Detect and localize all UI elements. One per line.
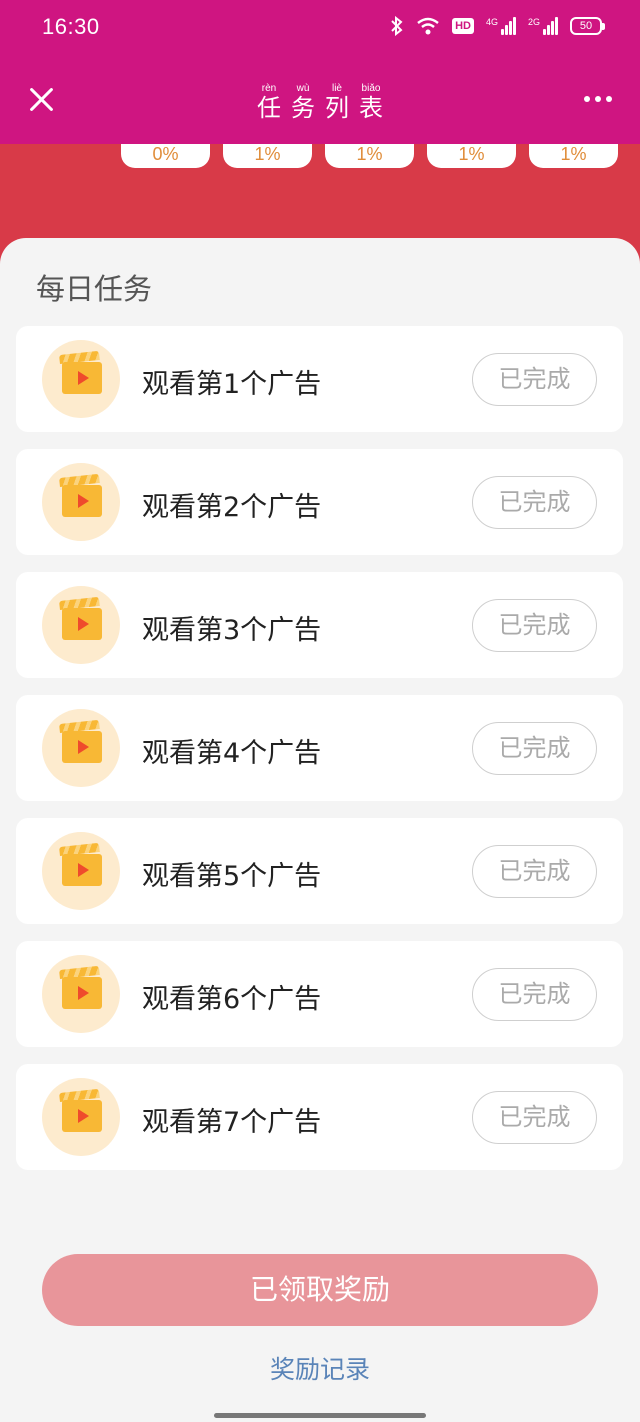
title-hanzi: 务 xyxy=(291,94,315,122)
title-bar: rèn 任 wù 务 liè 列 biǎo 表 xyxy=(0,56,640,144)
network-type-label: 4G xyxy=(485,17,498,27)
task-status-button[interactable]: 已完成 xyxy=(472,599,597,652)
wifi-icon xyxy=(417,17,439,35)
task-item[interactable]: 观看第7个广告 已完成 xyxy=(16,1064,623,1170)
task-label: 观看第7个广告 xyxy=(142,1107,322,1138)
task-item[interactable]: 观看第1个广告 已完成 xyxy=(16,326,623,432)
task-status-button[interactable]: 已完成 xyxy=(472,1091,597,1144)
status-icons: HD 4G 2G 50 xyxy=(390,16,605,36)
home-indicator[interactable] xyxy=(214,1413,426,1418)
claim-reward-button[interactable]: 已领取奖励 xyxy=(42,1254,598,1326)
task-status-button[interactable]: 已完成 xyxy=(472,722,597,775)
task-status-button[interactable]: 已完成 xyxy=(472,968,597,1021)
task-label: 观看第1个广告 xyxy=(142,369,322,400)
title-pinyin: wù xyxy=(296,83,310,94)
task-sheet: 每日任务 观看第1个广告 已完成 观看第2个广告 已完成 观看第3个广告 已完成… xyxy=(0,238,640,1422)
task-label: 观看第2个广告 xyxy=(142,492,322,523)
title-char: biǎo 表 xyxy=(357,83,385,123)
task-item[interactable]: 观看第5个广告 已完成 xyxy=(16,818,623,924)
progress-percent: 0% xyxy=(121,144,210,168)
section-title: 每日任务 xyxy=(36,272,153,306)
title-pinyin: rèn xyxy=(261,83,277,94)
task-item[interactable]: 观看第6个广告 已完成 xyxy=(16,941,623,1047)
title-hanzi: 列 xyxy=(325,94,349,122)
signal-icon: 4G xyxy=(486,17,516,35)
video-icon xyxy=(42,463,120,541)
video-icon xyxy=(42,832,120,910)
battery-icon: 50 xyxy=(570,17,605,35)
hd-icon: HD xyxy=(452,18,474,34)
status-bar: 16:30 HD 4G 2G 50 xyxy=(0,0,640,56)
progress-percent-row: 0% 1% 1% 1% 1% xyxy=(121,144,618,168)
video-icon xyxy=(42,709,120,787)
video-icon xyxy=(42,1078,120,1156)
signal-icon: 2G xyxy=(528,17,558,35)
progress-percent: 1% xyxy=(325,144,414,168)
task-item[interactable]: 观看第4个广告 已完成 xyxy=(16,695,623,801)
title-hanzi: 任 xyxy=(257,94,281,122)
title-pinyin: liè xyxy=(331,83,342,94)
page-title: rèn 任 wù 务 liè 列 biǎo 表 xyxy=(0,83,640,123)
task-label: 观看第5个广告 xyxy=(142,861,322,892)
video-icon xyxy=(42,340,120,418)
network-type-label: 2G xyxy=(527,17,540,27)
task-item[interactable]: 观看第3个广告 已完成 xyxy=(16,572,623,678)
bluetooth-icon xyxy=(391,16,403,36)
more-icon[interactable] xyxy=(584,96,612,102)
title-char: rèn 任 xyxy=(255,83,283,123)
video-icon xyxy=(42,955,120,1033)
task-label: 观看第3个广告 xyxy=(142,615,322,646)
reward-record-link[interactable]: 奖励记录 xyxy=(0,1350,640,1386)
progress-percent: 1% xyxy=(529,144,618,168)
title-pinyin: biǎo xyxy=(361,83,381,94)
title-char: wù 务 xyxy=(289,83,317,123)
task-status-button[interactable]: 已完成 xyxy=(472,476,597,529)
task-status-button[interactable]: 已完成 xyxy=(472,845,597,898)
task-item[interactable]: 观看第2个广告 已完成 xyxy=(16,449,623,555)
status-time: 16:30 xyxy=(42,14,100,39)
title-char: liè 列 xyxy=(323,83,351,123)
task-label: 观看第4个广告 xyxy=(142,738,322,769)
task-label: 观看第6个广告 xyxy=(142,984,322,1015)
video-icon xyxy=(42,586,120,664)
progress-percent: 1% xyxy=(427,144,516,168)
task-status-button[interactable]: 已完成 xyxy=(472,353,597,406)
title-hanzi: 表 xyxy=(359,94,383,122)
progress-percent: 1% xyxy=(223,144,312,168)
